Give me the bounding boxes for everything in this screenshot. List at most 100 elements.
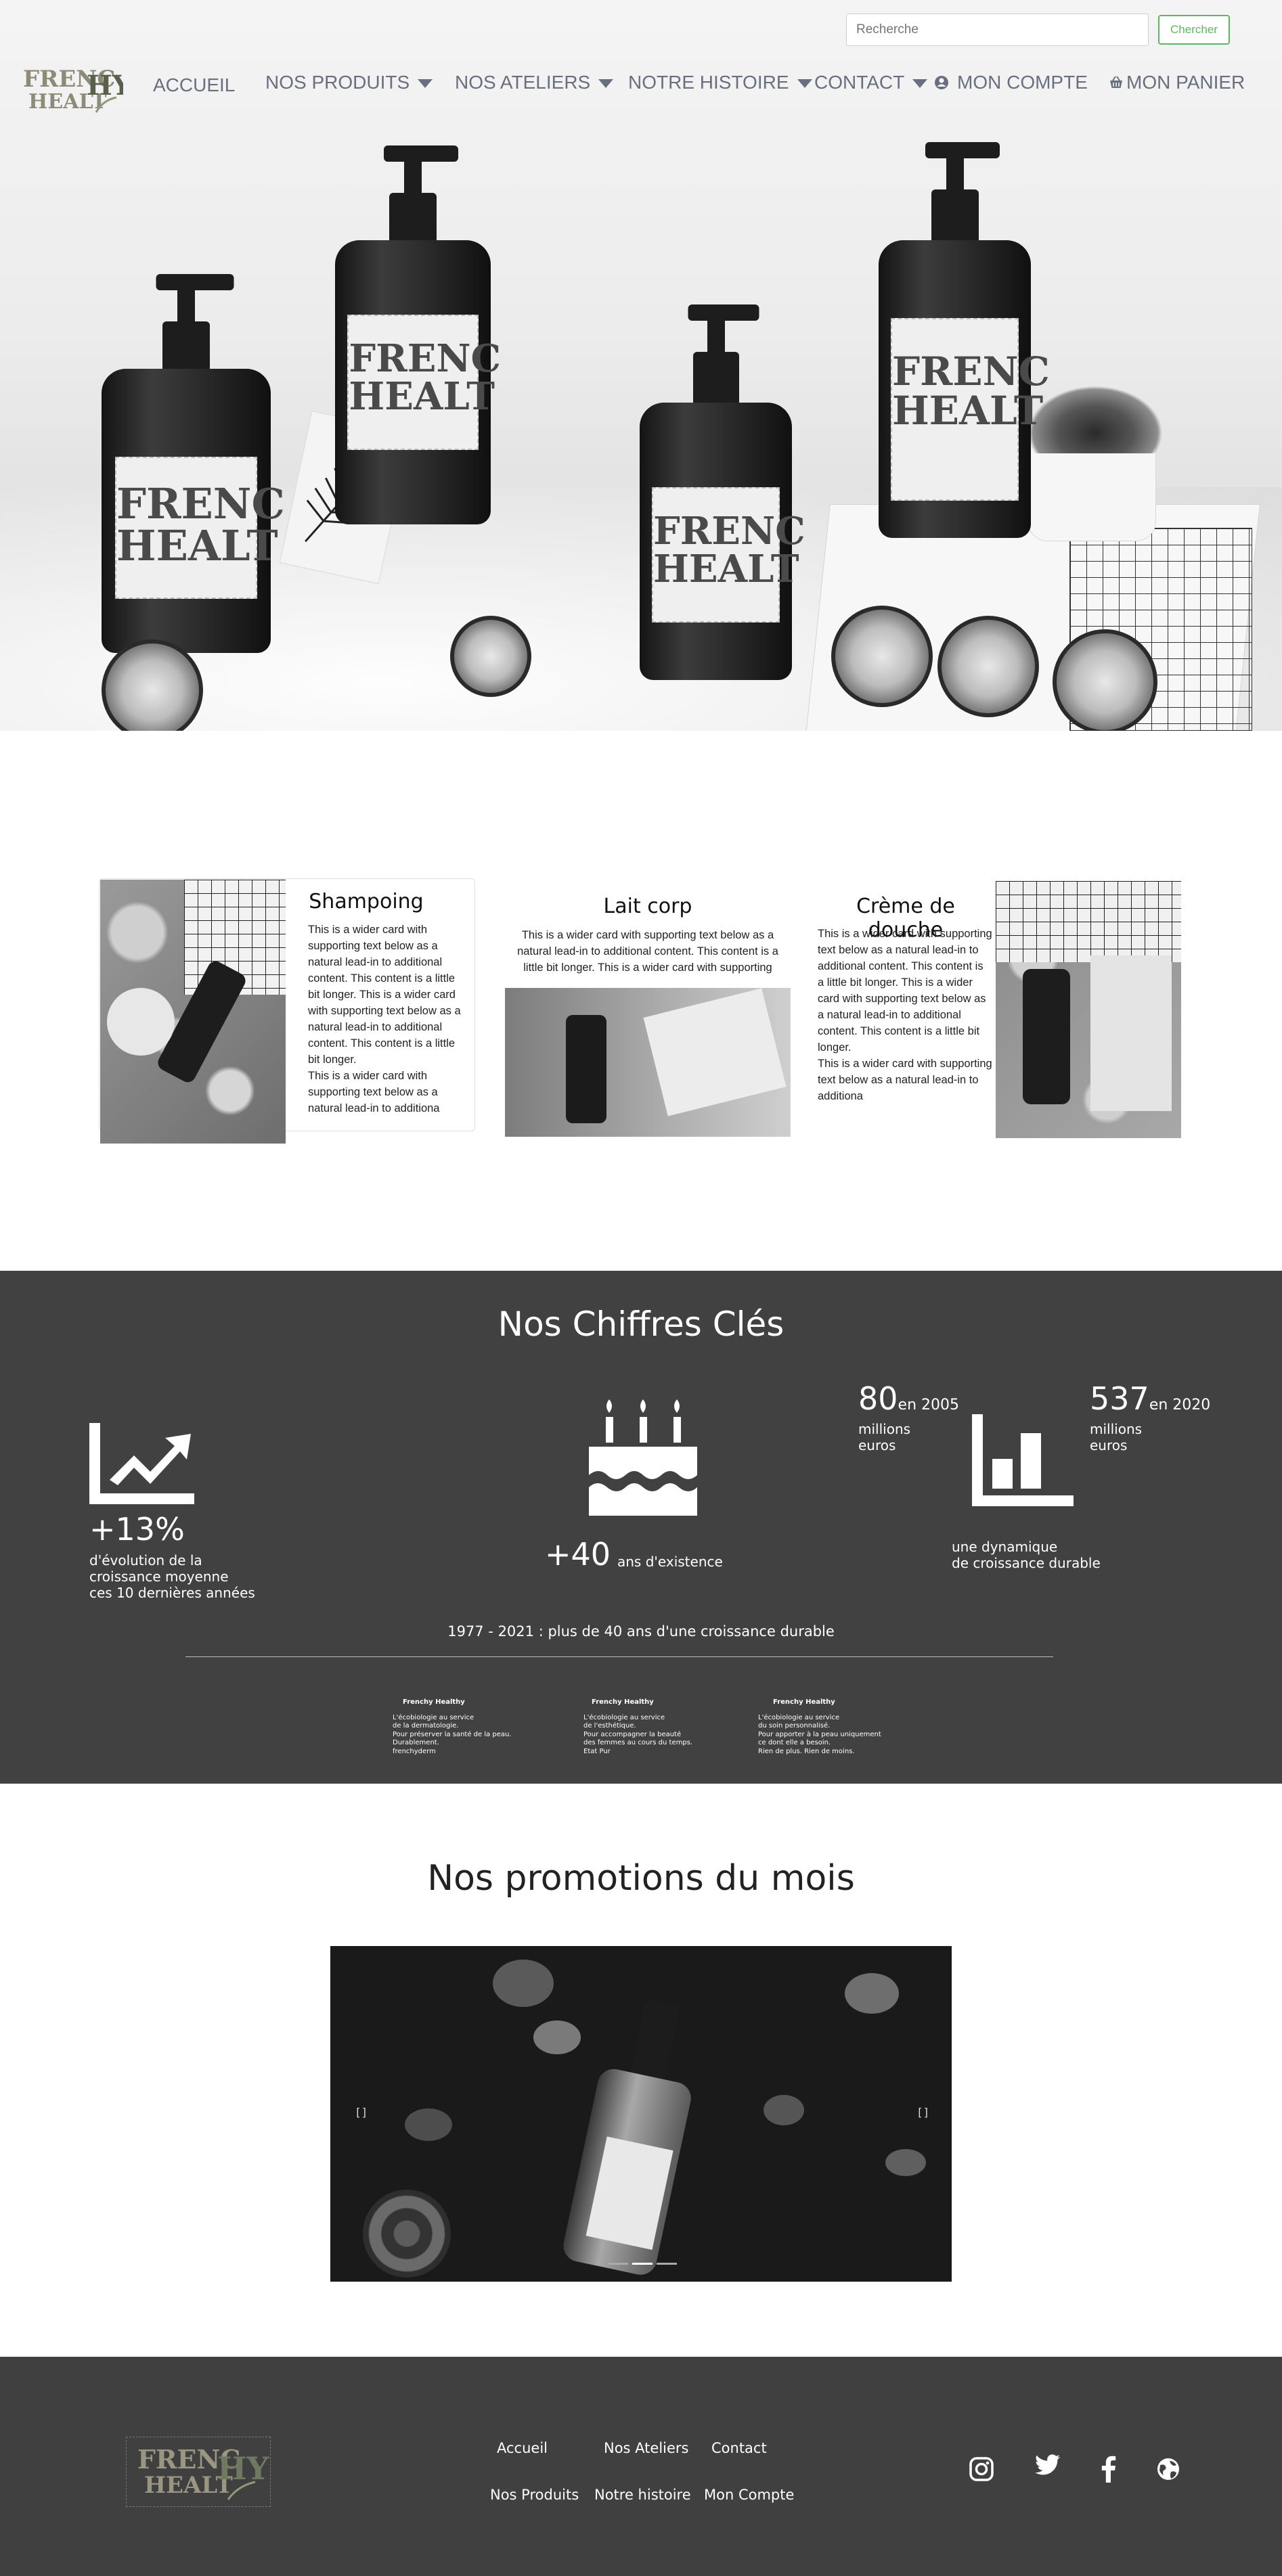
card-book-2 xyxy=(643,988,787,1116)
nav-nos-produits[interactable]: NOS PRODUITS xyxy=(265,72,433,93)
nav-accueil[interactable]: ACCUEIL xyxy=(153,74,235,96)
nav-contact[interactable]: CONTACT xyxy=(814,72,928,93)
brand-line: Rien de plus. Rien de moins. xyxy=(758,1747,855,1755)
footer-link-mon-compte[interactable]: Mon Compte xyxy=(704,2487,794,2503)
revenue-2020-unit-2: euros xyxy=(1090,1437,1128,1453)
card-grid-3 xyxy=(996,881,1181,962)
trend-chart-icon xyxy=(89,1423,194,1504)
instagram-icon[interactable] xyxy=(968,2456,995,2483)
card-book-3 xyxy=(1090,955,1172,1111)
revenue-2020-suffix: en 2020 xyxy=(1149,1397,1211,1414)
key-figures-section: Nos Chiffres Clés +13% d'évolution de la… xyxy=(0,1271,1282,1784)
hero-bottle-1: FRENC HEALT xyxy=(102,274,285,653)
nav-label: ACCUEIL xyxy=(153,74,236,95)
card-title: Shampoing xyxy=(309,890,424,913)
age-caption: ans d'existence xyxy=(617,1554,723,1570)
revenue-2005-unit-2: euros xyxy=(858,1437,896,1453)
svg-text:HY: HY xyxy=(217,2450,269,2487)
hero-orange-slice-2 xyxy=(450,616,531,697)
footer-link-accueil[interactable]: Accueil xyxy=(497,2440,548,2456)
card-image-shampoing xyxy=(100,880,286,1144)
divider xyxy=(185,1656,1053,1657)
timeline-text: 1977 - 2021 : plus de 40 ans d'une crois… xyxy=(447,1623,835,1640)
promo-carousel[interactable]: [] [] xyxy=(330,1946,952,2282)
brand-blurb-2: Frenchy Healthy L'écobiologie au service… xyxy=(583,1698,692,1756)
carousel-next-control[interactable]: [] xyxy=(916,2106,929,2119)
brand-line: L'écobiologie au service xyxy=(583,1713,665,1721)
nav-label: NOTRE HISTOIRE xyxy=(628,72,789,93)
chevron-down-icon xyxy=(797,79,812,89)
nav-label: NOS PRODUITS xyxy=(265,72,410,93)
footer-link-nos-ateliers[interactable]: Nos Ateliers xyxy=(604,2440,689,2456)
revenue-2005-number: 80 xyxy=(858,1380,898,1417)
brand-name: Frenchy Healthy xyxy=(773,1698,835,1706)
growth-value: +13% xyxy=(89,1511,185,1547)
carousel-indicators xyxy=(608,2263,677,2267)
nav-nos-ateliers[interactable]: NOS ATELIERS xyxy=(455,72,614,93)
brand-line: ce dont elle a besoin. xyxy=(758,1739,831,1746)
facebook-icon[interactable] xyxy=(1095,2456,1122,2483)
brand-line: Durablement. xyxy=(393,1739,439,1746)
succulent-plant xyxy=(1027,386,1163,453)
chevron-down-icon xyxy=(912,79,928,89)
growth-caption-2: croissance moyenne xyxy=(89,1568,229,1585)
footer-logo[interactable]: FRENC HEALT HY xyxy=(126,2437,271,2507)
carousel-petal xyxy=(533,2020,581,2054)
chevron-down-icon xyxy=(418,79,433,89)
revenue-2005-suffix: en 2005 xyxy=(898,1397,960,1414)
growth-caption-3: ces 10 dernières années xyxy=(89,1585,255,1601)
footer-link-notre-histoire[interactable]: Notre histoire xyxy=(594,2487,691,2503)
brand-line: L'écobiologie au service xyxy=(393,1713,474,1721)
card-image-lait-corp xyxy=(505,988,791,1137)
brand-line: du soin personnalisé. xyxy=(758,1722,831,1730)
chevron-down-icon xyxy=(598,79,614,89)
footer-link-contact[interactable]: Contact xyxy=(711,2440,767,2456)
brand-blurb-1: Frenchy Healthy L'écobiologie au service… xyxy=(393,1698,512,1756)
carousel-petal xyxy=(885,2149,926,2176)
carousel-petal xyxy=(845,1973,899,2014)
carousel-indicator[interactable] xyxy=(608,2263,628,2265)
revenue-2005-value: 80en 2005 xyxy=(858,1380,959,1417)
birthday-cake-icon xyxy=(589,1399,697,1516)
nav-label: CONTACT xyxy=(814,72,905,93)
brand-line: de la dermatologie. xyxy=(393,1722,459,1730)
nav-label: NOS ATELIERS xyxy=(455,72,591,93)
card-image-creme-de-douche xyxy=(996,881,1181,1138)
card-bottle-2 xyxy=(566,1015,606,1123)
brand-line: Etat Pur xyxy=(583,1747,611,1755)
brand-line: Pour apporter à la peau uniquement xyxy=(758,1730,881,1738)
carousel-petal xyxy=(764,2095,804,2125)
revenue-2020-unit-1: millions xyxy=(1090,1421,1143,1437)
carousel-indicator[interactable] xyxy=(657,2263,677,2265)
basket-icon xyxy=(1110,76,1122,88)
brand-line: frenchyderm xyxy=(393,1747,436,1755)
dynamic-line-2: de croissance durable xyxy=(952,1555,1101,1571)
dynamic-line-1: une dynamique xyxy=(952,1539,1058,1555)
main-nav: ACCUEIL NOS PRODUITS NOS ATELIERS NOTRE … xyxy=(0,72,1282,99)
revenue-2020-value: 537en 2020 xyxy=(1090,1380,1210,1417)
carousel-petal xyxy=(405,2108,452,2141)
twitter-icon[interactable] xyxy=(1034,2451,1061,2479)
hero-orange-slice-4 xyxy=(937,616,1039,717)
carousel-indicator[interactable] xyxy=(632,2263,653,2265)
footer-link-nos-produits[interactable]: Nos Produits xyxy=(490,2487,579,2503)
globe-icon[interactable] xyxy=(1155,2456,1182,2483)
user-circle-icon xyxy=(935,76,948,89)
promo-title: Nos promotions du mois xyxy=(427,1858,855,1899)
nav-mon-panier[interactable]: MON PANIER xyxy=(1109,72,1245,93)
carousel-prev-control[interactable]: [] xyxy=(355,2106,368,2119)
site-footer: FRENC HEALT HY Accueil Nos Ateliers Cont… xyxy=(0,2357,1282,2576)
card-text: This is a wider card with supporting tex… xyxy=(308,924,461,1114)
search-button[interactable]: Chercher xyxy=(1158,15,1230,45)
brand-name: Frenchy Healthy xyxy=(592,1698,654,1706)
nav-notre-histoire[interactable]: NOTRE HISTOIRE xyxy=(628,72,812,93)
brand-line: de l'esthétique. xyxy=(583,1722,636,1730)
brand-blurb-3: Frenchy Healthy L'écobiologie au service… xyxy=(758,1698,881,1756)
revenue-2020-number: 537 xyxy=(1090,1380,1149,1417)
age-value: +40 xyxy=(545,1536,611,1573)
hero-orange-slice-3 xyxy=(831,606,933,707)
card-title: Lait corp xyxy=(603,895,692,918)
nav-mon-compte[interactable]: MON COMPTE xyxy=(934,72,1088,93)
search-input[interactable] xyxy=(846,14,1149,46)
brand-line: des femmes au cours du temps. xyxy=(583,1739,693,1746)
